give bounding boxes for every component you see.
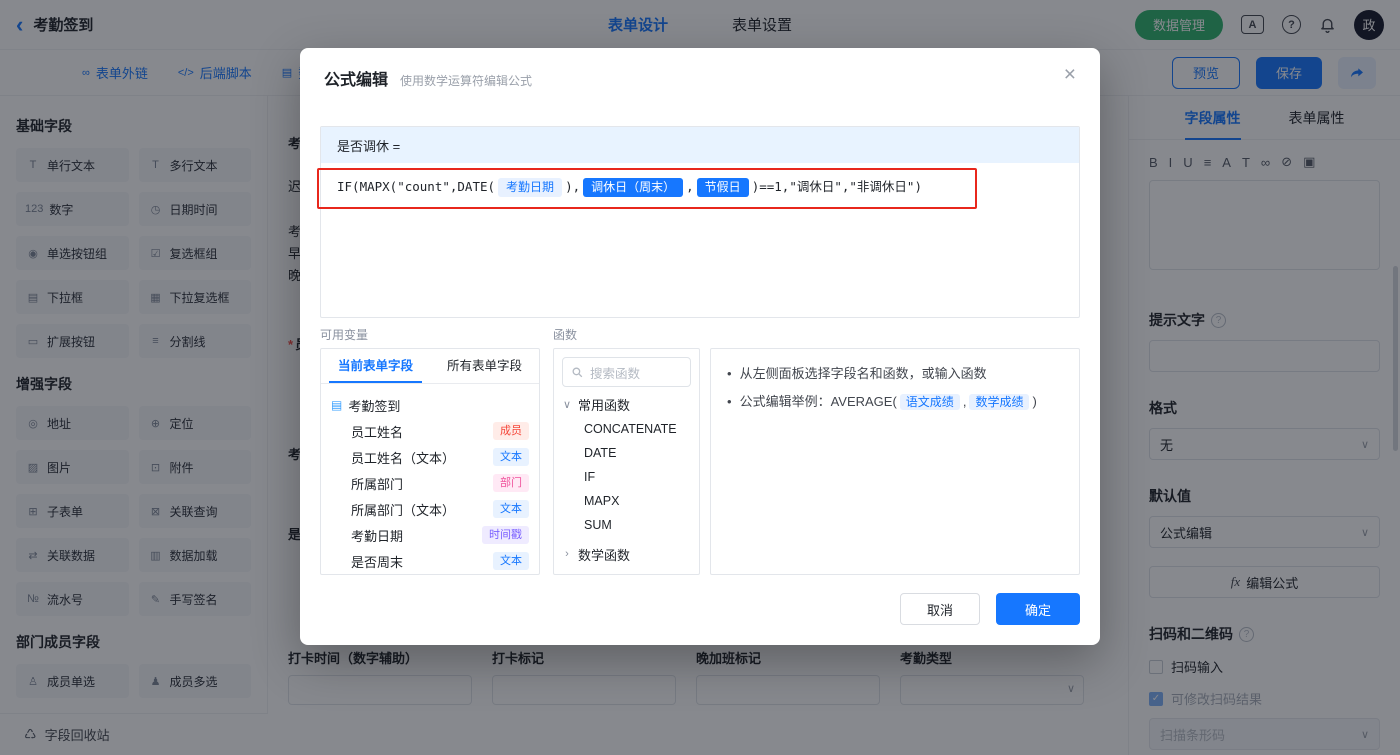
formula-text: ), [565,179,581,194]
confirm-button[interactable]: 确定 [996,593,1080,625]
variables-panel: 当前表单字段 所有表单字段 ▤ 考勤签到 员工姓名 成员 员工姓名（文本） 文本 所属部门 部门… [320,348,540,575]
variable-field-row[interactable]: 所属部门 部门 [331,470,529,496]
example-field-token: 数学成绩 [969,394,1030,410]
function-group[interactable]: ›文本函数 [562,571,691,576]
formula-field-token[interactable]: 节假日 [696,178,749,197]
help-line: • 公式编辑举例：AVERAGE(语文成绩, 数学成绩) [727,391,1063,413]
field-type-tag: 部门 [493,474,529,492]
variables-label: 可用变量 [320,328,369,342]
search-icon [572,367,583,377]
formula-field-token[interactable]: 调休日（周末） [583,178,684,197]
function-item[interactable]: SUM [562,513,691,537]
close-icon[interactable]: × [1064,64,1076,85]
variable-field-name: 员工姓名 [351,424,404,440]
formula-editor-modal: 公式编辑 使用数学运算符编辑公式 × 是否调休 = IF(MAPX("count… [300,48,1100,645]
field-type-tag: 文本 [493,552,529,570]
bullet-icon: • [727,366,732,381]
search-placeholder: 搜索函数 [590,366,641,381]
formula-target-label: 是否调休 = [321,127,1079,163]
variable-field-name: 是否周末 [351,554,404,570]
functions-tree: ∨ 常用函数 CONCATENATEDATEIFMAPXSUM › 数学函数 ›文本函数 [562,391,691,576]
variables-tab[interactable]: 当前表单字段 [321,349,430,383]
formula-editor-box: 是否调休 = IF(MAPX("count",DATE(考勤日期), 调休日（周末… [320,126,1080,318]
function-item[interactable]: IF [562,465,691,489]
function-item[interactable]: CONCATENATE [562,417,691,441]
cancel-button[interactable]: 取消 [900,593,980,625]
example-field-token: 语文成绩 [899,394,960,410]
function-group[interactable]: › 数学函数 [562,541,691,567]
variables-tabs: 当前表单字段 所有表单字段 [321,349,539,384]
variables-tab[interactable]: 所有表单字段 [430,349,539,383]
functions-panel: 搜索函数 ∨常用函数CONCATENATEDATEIFMAPXSUM›数学函数›… [553,348,700,575]
formula-text: )==1,"调休日","非调休日") [751,179,922,194]
formula-text: IF(MAPX("count",DATE( [337,179,496,194]
field-type-tag: 成员 [493,422,529,440]
field-type-tag: 文本 [493,448,529,466]
help-line: • 从左侧面板选择字段名和函数，或输入函数 [727,363,1063,385]
form-node-label: 考勤签到 [348,398,401,414]
field-type-tag: 文本 [493,500,529,518]
help-example: 公式编辑举例：AVERAGE(语文成绩, 数学成绩) [739,394,1037,410]
function-group-label: 数学函数 [578,547,631,563]
function-group[interactable]: ∨ 常用函数 [562,391,691,417]
formula-input[interactable]: IF(MAPX("count",DATE(考勤日期), 调休日（周末）, 节假日)=… [321,163,1079,211]
chevron-right-icon: › [565,548,569,560]
variable-field-row[interactable]: 员工姓名 成员 [331,418,529,444]
modal-header: 公式编辑 使用数学运算符编辑公式 [300,48,1100,90]
variable-field-name: 所属部门 [351,476,404,492]
function-group-label: 常用函数 [578,397,631,413]
formula-text: , [686,179,694,194]
variable-field-row[interactable]: 考勤日期 时间戳 [331,522,529,548]
variable-field-name: 考勤日期 [351,528,404,544]
variables-tree: ▤ 考勤签到 员工姓名 成员 员工姓名（文本） 文本 所属部门 部门 所属部门（文本） 文本 考勤日… [321,384,539,574]
function-item[interactable]: DATE [562,441,691,465]
formula-help-panel: • 从左侧面板选择字段名和函数，或输入函数 • 公式编辑举例：AVERAGE(语… [710,348,1080,575]
help-text: 从左侧面板选择字段名和函数，或输入函数 [739,366,987,381]
screen: ‹ 考勤签到 表单设计表单设置 数据管理 A ? 政 ∞表单外链</>后端脚本▤… [0,0,1400,755]
formula-field-token[interactable]: 考勤日期 [498,178,563,197]
form-doc-icon: ▤ [331,398,343,412]
modal-title: 公式编辑 [324,72,389,89]
field-type-tag: 时间戳 [482,526,529,544]
function-group-label: 文本函数 [578,575,630,576]
functions-label: 函数 [553,328,578,342]
variable-field-name: 所属部门（文本） [351,502,456,518]
variable-field-row[interactable]: 是否周末 文本 [331,548,529,574]
bullet-icon: • [727,394,732,409]
function-item[interactable]: MAPX [562,489,691,513]
modal-footer: 取消 确定 [900,593,1080,625]
modal-subtitle: 使用数学运算符编辑公式 [400,74,533,88]
chevron-down-icon: ∨ [562,398,572,411]
variable-field-row[interactable]: 所属部门（文本） 文本 [331,496,529,522]
function-search-input[interactable]: 搜索函数 [562,357,691,387]
variable-field-row[interactable]: 员工姓名（文本） 文本 [331,444,529,470]
form-node[interactable]: ▤ 考勤签到 [331,392,529,418]
variable-field-name: 员工姓名（文本） [351,450,456,466]
